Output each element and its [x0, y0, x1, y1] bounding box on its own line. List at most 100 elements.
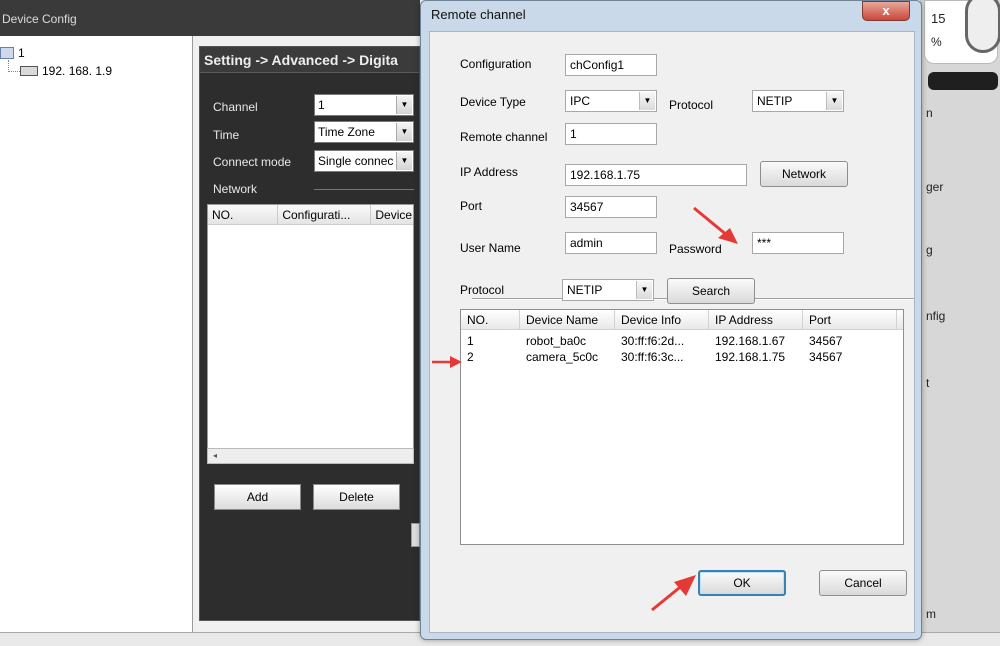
right-item-1[interactable]: n	[926, 106, 933, 120]
right-side-panel: 15 % n ger g nfig t m	[920, 0, 1000, 646]
ip-address-label: IP Address	[460, 165, 518, 179]
protocol-value: NETIP	[757, 94, 793, 108]
delete-button[interactable]: Delete	[313, 484, 400, 510]
time-label: Time	[213, 128, 240, 142]
chevron-down-icon: ▼	[826, 92, 842, 110]
right-item-6[interactable]: m	[926, 607, 936, 621]
tree-root-node[interactable]: 1	[0, 46, 25, 60]
dark-toolbar	[928, 72, 998, 90]
configuration-label: Configuration	[460, 57, 532, 71]
grid-col-device[interactable]: Device	[371, 205, 413, 224]
device-row[interactable]: 1 robot_ba0c 30:ff:f6:2d... 192.168.1.67…	[461, 334, 903, 350]
search-protocol-select[interactable]: NETIP ▼	[562, 279, 654, 301]
row-port: 34567	[809, 334, 843, 348]
tree-connector	[8, 60, 20, 72]
background-window-titlebar: Device Config	[0, 0, 420, 36]
right-item-4[interactable]: nfig	[926, 309, 945, 323]
grid-col-no[interactable]: NO.	[208, 205, 279, 224]
status-widget: 15 %	[924, 0, 1000, 64]
remote-channel-field[interactable]: 1	[565, 123, 657, 145]
device-list-header: NO. Device Name Device Info IP Address P…	[461, 310, 903, 330]
grid-col-configuration[interactable]: Configurati...	[278, 205, 372, 224]
row-ip-address: 192.168.1.67	[715, 334, 786, 348]
ip-address-field[interactable]: 192.168.1.75	[565, 164, 747, 186]
status-percent: %	[931, 35, 942, 49]
tree-root-label: 1	[18, 46, 25, 60]
dialog-title: Remote channel	[431, 7, 526, 22]
channel-select[interactable]: 1 ▼	[314, 94, 414, 116]
row-device-info: 30:ff:f6:3c...	[621, 350, 684, 364]
remote-channel-label: Remote channel	[460, 130, 548, 144]
device-tree: 1 192. 168. 1.9	[0, 36, 193, 636]
device-row[interactable]: 2 camera_5c0c 30:ff:f6:3c... 192.168.1.7…	[461, 350, 903, 366]
search-protocol-value: NETIP	[567, 283, 603, 297]
arrow-to-password-icon	[693, 206, 738, 244]
row-device-name: robot_ba0c	[526, 334, 587, 348]
search-button[interactable]: Search	[667, 278, 755, 304]
cancel-button[interactable]: Cancel	[819, 570, 907, 596]
gauge-icon	[965, 0, 1000, 53]
username-label: User Name	[460, 241, 521, 255]
right-item-5[interactable]: t	[926, 376, 929, 390]
row-no: 1	[467, 334, 474, 348]
device-list[interactable]: NO. Device Name Device Info IP Address P…	[460, 309, 904, 545]
time-select-value: Time Zone	[318, 125, 375, 139]
col-port[interactable]: Port	[803, 310, 897, 330]
channel-grid-header: NO. Configurati... Device	[208, 205, 413, 225]
dialog-body: Configuration chConfig1 Device Type IPC …	[429, 31, 915, 633]
device-type-value: IPC	[570, 94, 591, 108]
row-device-name: camera_5c0c	[526, 350, 599, 364]
close-button[interactable]: x	[862, 1, 910, 21]
arrow-to-ok-button-icon	[651, 575, 696, 612]
password-field[interactable]: ***	[752, 232, 844, 254]
chevron-down-icon: ▼	[639, 92, 655, 110]
network-divider	[314, 189, 414, 190]
chevron-down-icon: ▼	[636, 281, 652, 299]
grid-horizontal-scrollbar[interactable]: ◂	[207, 448, 414, 464]
search-protocol-label: Protocol	[460, 283, 505, 297]
partial-button[interactable]	[411, 523, 420, 547]
row-device-info: 30:ff:f6:2d...	[621, 334, 685, 348]
network-button[interactable]: Network	[760, 161, 848, 187]
col-device-name[interactable]: Device Name	[520, 310, 615, 330]
close-icon: x	[882, 3, 890, 18]
connect-mode-label: Connect mode	[213, 155, 292, 169]
chevron-down-icon: ▼	[396, 96, 412, 114]
status-number: 15	[931, 11, 946, 26]
right-item-2[interactable]: ger	[926, 180, 943, 194]
channel-grid[interactable]: NO. Configurati... Device	[207, 204, 414, 464]
port-field[interactable]: 34567	[565, 196, 657, 218]
tree-device-label: 192. 168. 1.9	[42, 64, 113, 78]
panel-breadcrumb: Setting -> Advanced -> Digita	[200, 47, 419, 73]
port-label: Port	[460, 199, 483, 213]
connect-mode-select[interactable]: Single connec ▼	[314, 150, 414, 172]
time-select[interactable]: Time Zone ▼	[314, 121, 414, 143]
row-port: 34567	[809, 350, 843, 364]
tree-device-node[interactable]: 192. 168. 1.9	[20, 64, 112, 78]
ok-button[interactable]: OK	[698, 570, 786, 596]
col-ip-address[interactable]: IP Address	[709, 310, 803, 330]
device-type-label: Device Type	[460, 95, 526, 109]
chevron-down-icon: ▼	[396, 123, 412, 141]
network-group-icon	[0, 47, 14, 59]
device-type-select[interactable]: IPC ▼	[565, 90, 657, 112]
col-device-info[interactable]: Device Info	[615, 310, 709, 330]
connect-mode-value: Single connec	[318, 154, 394, 168]
arrow-to-camera-row-icon	[432, 356, 462, 368]
device-icon	[20, 66, 38, 76]
configuration-field[interactable]: chConfig1	[565, 54, 657, 76]
username-field[interactable]: admin	[565, 232, 657, 254]
settings-panel-container: Setting -> Advanced -> Digita Channel 1 …	[193, 36, 420, 636]
row-ip-address: 192.168.1.75	[715, 350, 786, 364]
chevron-down-icon: ▼	[396, 152, 412, 170]
background-window-title: Device Config	[2, 12, 77, 26]
channel-select-value: 1	[318, 98, 325, 112]
channel-label: Channel	[213, 100, 258, 114]
col-no[interactable]: NO.	[461, 310, 520, 330]
network-group-label: Network	[213, 182, 258, 196]
add-button[interactable]: Add	[214, 484, 301, 510]
protocol-label: Protocol	[669, 98, 714, 112]
protocol-select[interactable]: NETIP ▼	[752, 90, 844, 112]
right-item-3[interactable]: g	[926, 243, 933, 257]
remote-channel-dialog: Remote channel x Configuration chConfig1…	[420, 0, 922, 640]
